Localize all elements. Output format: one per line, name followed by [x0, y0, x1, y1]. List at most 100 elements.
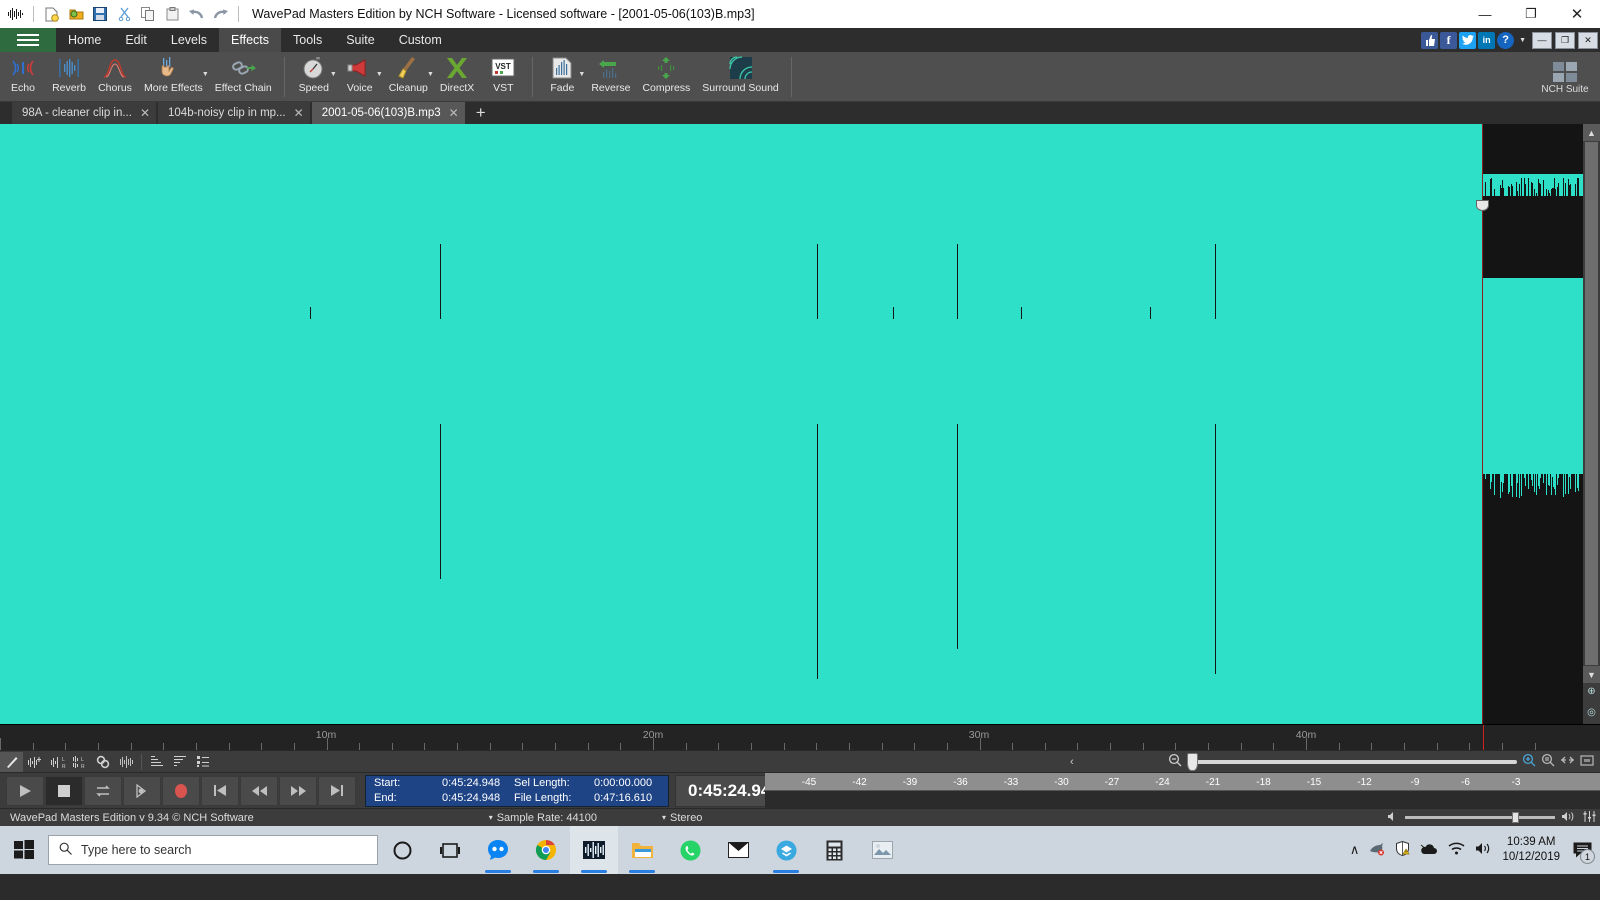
chevron-down-icon[interactable]: ▼ [578, 71, 585, 78]
ribbon-button-vst[interactable]: VST VST [480, 55, 526, 101]
help-icon[interactable]: ? [1497, 32, 1514, 49]
zoom-full-icon[interactable] [1560, 754, 1575, 770]
ribbon-button-fade[interactable]: ▼ Fade [539, 55, 585, 101]
waveform-split-lr-icon[interactable]: LR [69, 752, 92, 772]
zoom-slider-thumb[interactable] [1187, 753, 1198, 771]
facebook-icon[interactable]: f [1440, 32, 1457, 49]
mail-icon[interactable] [714, 826, 762, 874]
ribbon-button-surround-sound[interactable]: Surround Sound [696, 55, 784, 101]
ribbon-button-speed[interactable]: ▼ Speed [291, 55, 337, 101]
redo-icon[interactable] [209, 3, 231, 25]
doc-tab-98a[interactable]: 98A - cleaner clip in... ✕ [12, 102, 156, 124]
tray-expand-icon[interactable]: ∧ [1350, 842, 1360, 858]
close-icon[interactable]: ✕ [140, 106, 150, 120]
zoom-reset-icon[interactable] [1580, 754, 1594, 770]
inner-restore-button[interactable]: ❐ [1555, 32, 1575, 49]
maximize-button[interactable]: ❐ [1508, 0, 1554, 28]
menu-item-custom[interactable]: Custom [387, 28, 454, 52]
waveform-dense-icon[interactable] [115, 752, 138, 772]
scrollbar-thumb[interactable] [1585, 142, 1598, 665]
chrome-icon[interactable] [522, 826, 570, 874]
menu-item-tools[interactable]: Tools [281, 28, 334, 52]
speaker-low-icon[interactable] [1387, 811, 1399, 825]
doc-tab-104b[interactable]: 104b-noisy clip in mp... ✕ [158, 102, 310, 124]
doc-tab-2001-05-06[interactable]: 2001-05-06(103)B.mp3 ✕ [312, 102, 465, 124]
menu-item-edit[interactable]: Edit [113, 28, 159, 52]
close-icon[interactable]: ✕ [294, 106, 304, 120]
play-selection-button[interactable] [123, 776, 161, 806]
minimize-button[interactable]: — [1462, 0, 1508, 28]
messenger-icon[interactable] [474, 826, 522, 874]
new-tab-button[interactable]: + [467, 102, 495, 124]
waveform-canvas[interactable] [0, 124, 1583, 724]
link-channels-icon[interactable] [92, 752, 115, 772]
waveform-left-right-icon[interactable]: LR [46, 752, 69, 772]
timeline-ruler[interactable]: 10m 20m 30m 40m [0, 724, 1600, 750]
scroll-down-icon[interactable]: ▼ [1583, 666, 1600, 683]
chevron-down-icon[interactable]: ▼ [376, 71, 383, 78]
playhead-marker[interactable] [1476, 200, 1489, 211]
help-dropdown-caret-icon[interactable]: ▼ [1519, 37, 1526, 44]
taskbar-clock[interactable]: 10:39 AM 10/12/2019 [1502, 835, 1560, 865]
inner-minimize-button[interactable]: — [1532, 32, 1552, 49]
new-file-icon[interactable] [41, 3, 63, 25]
scroll-up-icon[interactable]: ▲ [1583, 124, 1600, 141]
sliders-icon[interactable] [1583, 811, 1596, 825]
menu-item-levels[interactable]: Levels [159, 28, 219, 52]
zoom-slider[interactable] [1187, 760, 1517, 764]
ribbon-button-chorus[interactable]: Chorus [92, 55, 138, 101]
whatsapp-icon[interactable] [666, 826, 714, 874]
menu-item-effects[interactable]: Effects [219, 28, 281, 52]
zoom-out-icon[interactable] [1168, 753, 1182, 770]
ribbon-button-compress[interactable]: Compress [636, 55, 696, 101]
ribbon-button-effect-chain[interactable]: Effect Chain [209, 55, 278, 101]
taskbar-search-box[interactable]: Type here to search [48, 835, 378, 865]
zoom-vertical-slider[interactable]: ◎ [1583, 700, 1600, 724]
thumbs-up-icon[interactable] [1421, 32, 1438, 49]
dropbox-icon[interactable] [762, 826, 810, 874]
waveform-plus-icon[interactable] [23, 752, 46, 772]
ribbon-button-voice[interactable]: ▼ Voice [337, 55, 383, 101]
notification-center-button[interactable]: 1 [1570, 826, 1594, 874]
list-view-icon[interactable] [191, 752, 214, 772]
open-folder-icon[interactable] [65, 3, 87, 25]
toolstrip-collapse-icon[interactable]: ‹ [1070, 756, 1074, 768]
wifi-icon[interactable] [1448, 842, 1465, 858]
paste-icon[interactable] [161, 3, 183, 25]
zoom-in-icon[interactable] [1522, 753, 1536, 770]
zoom-selection-icon[interactable] [1541, 753, 1555, 770]
rewind-button[interactable] [240, 776, 278, 806]
antivirus-icon[interactable] [1369, 842, 1385, 859]
stop-button[interactable] [45, 776, 83, 806]
windows-start-icon[interactable] [0, 826, 48, 874]
loop-button[interactable] [84, 776, 122, 806]
cut-icon[interactable] [113, 3, 135, 25]
chevron-down-icon[interactable]: ▼ [330, 71, 337, 78]
ribbon-button-echo[interactable]: Echo [0, 55, 46, 101]
nch-suite-button[interactable]: NCH Suite [1536, 55, 1594, 99]
ribbon-button-directx[interactable]: DirectX [434, 55, 480, 101]
main-menu-button[interactable] [0, 28, 56, 52]
ribbon-button-reverb[interactable]: Reverb [46, 55, 92, 101]
copy-icon[interactable] [137, 3, 159, 25]
calculator-icon[interactable] [810, 826, 858, 874]
speaker-high-icon[interactable] [1561, 811, 1577, 825]
skip-end-button[interactable] [318, 776, 356, 806]
menu-item-home[interactable]: Home [56, 28, 113, 52]
ribbon-button-reverse[interactable]: Reverse [585, 55, 636, 101]
cortana-icon[interactable] [378, 826, 426, 874]
chevron-down-icon[interactable]: ▼ [202, 71, 209, 78]
undo-icon[interactable] [185, 3, 207, 25]
fast-forward-button[interactable] [279, 776, 317, 806]
sample-rate-selector[interactable]: ▾ Sample Rate: 44100 [479, 812, 607, 824]
close-icon[interactable]: ✕ [449, 106, 459, 120]
vertical-scrollbar[interactable]: ▲ ▼ ⊕ ◎ [1583, 124, 1600, 724]
volume-slider[interactable] [1405, 816, 1555, 819]
twitter-icon[interactable] [1459, 32, 1476, 49]
playhead-line[interactable] [1482, 124, 1483, 724]
record-button[interactable] [162, 776, 200, 806]
play-button[interactable] [6, 776, 44, 806]
volume-slider-thumb[interactable] [1512, 812, 1519, 823]
inner-close-button[interactable]: ✕ [1578, 32, 1598, 49]
volume-icon[interactable] [1475, 842, 1492, 858]
